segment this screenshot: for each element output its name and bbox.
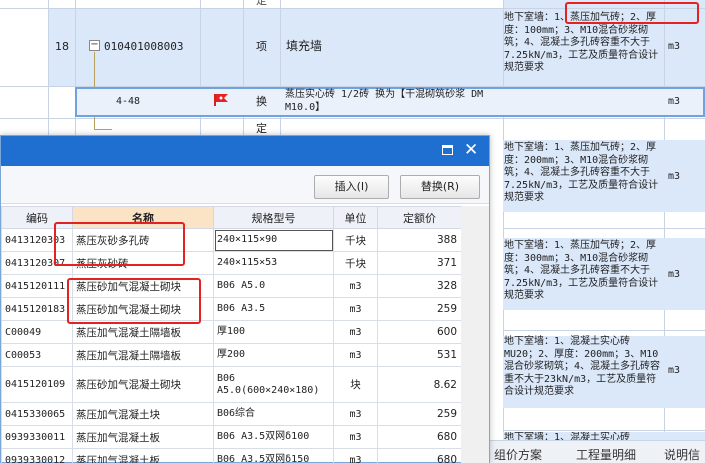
flag-icon	[214, 94, 228, 106]
table-row[interactable]: 0939330012 蒸压加气混凝土板 B06 A3.5双网δ150 m3 68…	[1, 448, 462, 463]
dialog-title-bar[interactable]: ✕	[1, 136, 489, 166]
cell-code: 0939330011	[1, 425, 73, 449]
collapse-icon[interactable]: −	[89, 40, 100, 51]
cell-unit: m3	[333, 320, 378, 344]
cell-price: 371	[377, 251, 462, 275]
sub-name[interactable]: 蒸压实心砖 1/2砖 换为【干混砌筑砂浆 DM M10.0】	[285, 88, 501, 114]
table-row[interactable]: 0415120109 蒸压砂加气混凝土砌块 B06 A5.0(600×240×1…	[1, 366, 462, 403]
col-header-price[interactable]: 定额价	[377, 206, 462, 229]
material-replace-dialog: ✕ 插入(I) 替换(R) 编码 名称 规格型号 单位 定额价 04131203…	[0, 135, 490, 463]
cell-name: 蒸压加气混凝土板	[72, 448, 214, 463]
cell-price: 388	[377, 228, 462, 252]
annotation-box-desc	[565, 2, 699, 24]
cell-code: C00049	[1, 320, 73, 344]
cell-spec: B06 A5.0	[213, 274, 334, 298]
tab-pricing-scheme[interactable]: 组价方案	[494, 446, 542, 463]
cell-price: 259	[377, 297, 462, 321]
cell-price: 328	[377, 274, 462, 298]
table-row[interactable]: C00053 蒸压加气混凝土隔墙板 厚200 m3 531	[1, 343, 462, 367]
row-number: 18	[55, 40, 69, 53]
sub-code[interactable]: 4-48	[116, 95, 140, 108]
cell-spec[interactable]: 240×115×90	[213, 228, 334, 252]
unit-3: m3	[668, 269, 681, 280]
cell-code: C00053	[1, 343, 73, 367]
insert-button[interactable]: 插入(I)	[314, 175, 389, 199]
unit-4: m3	[668, 365, 681, 376]
next-partial-type: 定	[256, 122, 267, 135]
cell-spec: B06综合	[213, 402, 334, 426]
replace-button[interactable]: 替换(R)	[400, 175, 480, 199]
tab-description[interactable]: 说明信	[664, 446, 700, 463]
col-header-unit[interactable]: 单位	[333, 206, 378, 229]
item-code[interactable]: 010401008003	[104, 40, 183, 53]
cell-price: 680	[377, 448, 462, 463]
cell-price: 259	[377, 402, 462, 426]
cell-unit: m3	[333, 343, 378, 367]
description-3[interactable]: 地下室墙：1、蒸压加气砖；2、厚度：300mm；3、M10混合砂浆砌筑；4、混凝…	[504, 240, 664, 303]
cell-spec: B06 A3.5双网δ100	[213, 425, 334, 449]
cell-code: 0415330065	[1, 402, 73, 426]
item-name[interactable]: 填充墙	[286, 40, 322, 53]
cell-unit: 千块	[333, 228, 378, 252]
cell-unit: m3	[333, 425, 378, 449]
cell-unit: m3	[333, 297, 378, 321]
cell-price: 531	[377, 343, 462, 367]
top-partial-type: 定	[256, 0, 267, 7]
cell-unit: m3	[333, 274, 378, 298]
cell-code: 0415120183	[1, 297, 73, 321]
cell-name: 蒸压加气混凝土块	[72, 402, 214, 426]
cell-unit: m3	[333, 448, 378, 463]
annotation-box-lime-brick	[54, 222, 185, 266]
item-type: 项	[256, 40, 267, 53]
col-header-spec[interactable]: 规格型号	[213, 206, 334, 229]
cell-code: 0939330012	[1, 448, 73, 463]
table-row[interactable]: 0939330011 蒸压加气混凝土板 B06 A3.5双网δ100 m3 68…	[1, 425, 462, 449]
cell-spec: B06 A3.5双网δ150	[213, 448, 334, 463]
description-4[interactable]: 地下室墙：1、混凝土实心砖MU20；2、厚度：200mm；3、M10混合砂浆砌筑…	[504, 336, 664, 399]
unit-2: m3	[668, 171, 681, 182]
cell-unit: 千块	[333, 251, 378, 275]
grid-empty-area	[461, 206, 489, 463]
cell-spec: 厚200	[213, 343, 334, 367]
dialog-toolbar: 插入(I) 替换(R)	[1, 166, 489, 204]
cell-name: 蒸压砂加气混凝土砌块	[72, 366, 214, 403]
tab-quantity-detail[interactable]: 工程量明细	[576, 446, 636, 463]
cell-name: 蒸压加气混凝土板	[72, 425, 214, 449]
cell-unit: 块	[333, 366, 378, 403]
cell-spec: 240×115×53	[213, 251, 334, 275]
cell-spec: 厚100	[213, 320, 334, 344]
cell-price: 680	[377, 425, 462, 449]
description-2[interactable]: 地下室墙：1、蒸压加气砖；2、厚度：200mm；3、M10混合砂浆砌筑；4、混凝…	[504, 142, 664, 205]
cell-spec: B06 A3.5	[213, 297, 334, 321]
cell-spec: B06 A5.0(600×240×180)	[213, 366, 334, 403]
cell-unit: m3	[333, 402, 378, 426]
sub-unit: m3	[668, 96, 681, 107]
cell-price: 8.62	[377, 366, 462, 403]
sub-type: 换	[256, 95, 267, 108]
cell-name: 蒸压加气混凝土隔墙板	[72, 343, 214, 367]
table-row[interactable]: 0415330065 蒸压加气混凝土块 B06综合 m3 259	[1, 402, 462, 426]
annotation-box-aerated-block	[67, 278, 201, 324]
cell-price: 600	[377, 320, 462, 344]
close-icon[interactable]: ✕	[464, 140, 478, 160]
maximize-icon[interactable]	[442, 145, 453, 155]
cell-code: 0415120111	[1, 274, 73, 298]
bottom-tab-bar: 组价方案 工程量明细 说明信	[488, 440, 705, 463]
item-unit: m3	[668, 41, 681, 52]
cell-code: 0415120109	[1, 366, 73, 403]
